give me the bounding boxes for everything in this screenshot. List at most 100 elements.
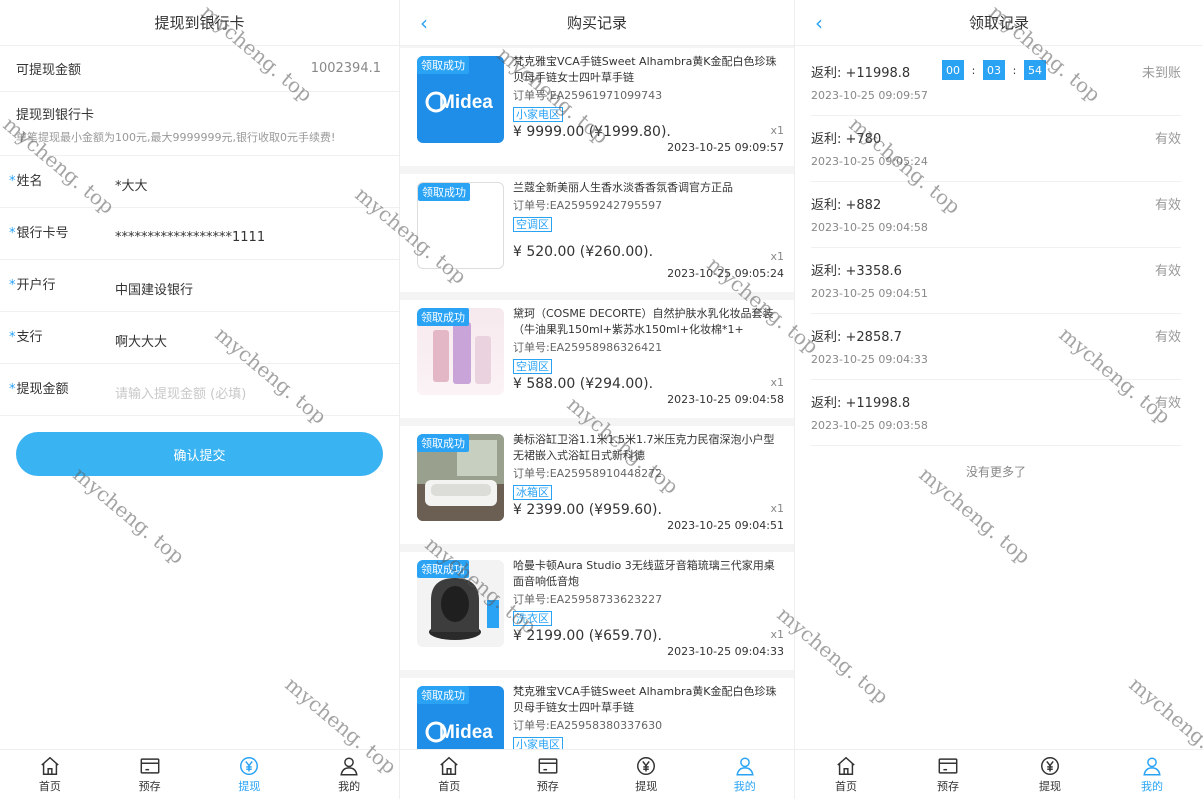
tab-mine-label: 我的 — [733, 780, 756, 793]
order-number: 订单号:EA25958733623227 — [513, 593, 663, 606]
countdown-seconds: 54 — [1024, 60, 1046, 80]
bank-name-value[interactable]: 中国建设银行 — [115, 274, 193, 298]
countdown-minutes: 03 — [983, 60, 1005, 80]
rebate-time: 2023-10-25 09:04:33 — [811, 353, 928, 366]
tab-home[interactable]: 首页 — [400, 750, 499, 799]
branch-value[interactable]: 啊大大大 — [115, 326, 167, 350]
category-tag: 洗衣区 — [513, 611, 552, 626]
rebate-time: 2023-10-25 09:05:24 — [811, 155, 928, 168]
name-field[interactable]: *姓名 *大大 — [0, 156, 399, 208]
status-badge: 领取成功 — [418, 183, 470, 201]
tab-withdraw[interactable]: 提现 — [200, 750, 300, 799]
status-badge: 领取成功 — [417, 56, 469, 74]
rebate-time: 2023-10-25 09:09:57 — [811, 89, 928, 102]
status-badge: 领取成功 — [417, 434, 469, 452]
list-item: 返利: +2858.7 2023-10-25 09:04:33 有效 — [811, 314, 1181, 380]
order-number: 订单号:EA25958986326421 — [513, 341, 663, 354]
product-qty: x1 — [770, 124, 784, 137]
page-title: 领取记录 — [968, 14, 1029, 32]
product-name: 哈曼卡顿Aura Studio 3无线蓝牙音箱琉璃三代家用桌面音响低音炮 — [513, 559, 775, 588]
bank-name-label: 开户行 — [16, 278, 56, 293]
product-price: ¥ 9999.00 (¥1999.80). — [513, 124, 671, 140]
tab-home[interactable]: 首页 — [795, 750, 897, 799]
tab-withdraw-label: 提现 — [238, 780, 261, 793]
tab-mine[interactable]: 我的 — [1101, 750, 1203, 799]
purchase-card[interactable]: 领取成功 哈曼卡顿Aura Studio 3无线蓝牙音箱琉璃三代家用桌面音响低音… — [400, 552, 794, 670]
status-badge: 领取成功 — [417, 686, 469, 704]
product-qty: x1 — [770, 376, 784, 389]
product-name: 梵克雅宝VCA手链Sweet Alhambra黄K金配白色珍珠贝母手链女士四叶草… — [513, 55, 777, 84]
purchase-card[interactable]: 领取成功 Midea 梵克雅宝VCA手链Sweet Alhambra黄K金配白色… — [400, 48, 794, 166]
tab-mine[interactable]: 我的 — [299, 750, 399, 799]
wallet-icon — [938, 758, 958, 774]
product-price: ¥ 2399.00 (¥959.60). — [513, 502, 662, 518]
category-tag: 空调区 — [513, 217, 552, 232]
tab-home-label: 首页 — [835, 780, 857, 793]
available-amount-value: 1002394.1 — [310, 61, 381, 76]
tab-withdraw-label: 提现 — [635, 780, 658, 793]
withdraw-screen: 提现到银行卡 可提现金额 1002394.1 提现到银行卡 单笔提现最小金额为1… — [0, 0, 400, 799]
tab-deposit-label: 预存 — [937, 780, 959, 793]
svg-text:Midea: Midea — [439, 722, 493, 743]
product-qty: x1 — [770, 250, 784, 263]
product-thumbnail: 领取成功 — [417, 308, 504, 395]
category-tag: 冰箱区 — [513, 485, 552, 500]
back-chevron-icon[interactable]: ‹ — [420, 11, 428, 35]
page-title: 购买记录 — [566, 14, 627, 32]
amount-field[interactable]: *提现金额 请输入提现金额 (必填) — [0, 364, 399, 416]
product-name: 黛珂（COSME DECORTE）自然护肤水乳化妆品套装（牛油果乳150ml+紫… — [513, 307, 774, 336]
order-number: 订单号:EA25961971099743 — [513, 89, 663, 102]
tab-deposit[interactable]: 预存 — [897, 750, 999, 799]
tab-withdraw[interactable]: 提现 — [999, 750, 1101, 799]
user-icon — [340, 757, 358, 776]
purchase-card[interactable]: 领取成功 兰蔻全新美丽人生香水淡香香氛香调官方正品 订单号:EA25959242… — [400, 174, 794, 292]
tab-deposit[interactable]: 预存 — [100, 750, 200, 799]
product-qty: x1 — [770, 628, 784, 641]
yuan-coin-icon — [1041, 757, 1059, 775]
order-time: 2023-10-25 09:04:58 — [667, 393, 784, 406]
product-price: ¥ 2199.00 (¥659.70). — [513, 628, 662, 644]
rebate-amount: 返利: +882 — [811, 198, 882, 213]
status-badge: 有效 — [1154, 396, 1181, 411]
list-item: 返利: +11998.8 2023-10-25 09:09:57 00 : 03… — [811, 50, 1181, 116]
tab-mine[interactable]: 我的 — [696, 750, 795, 799]
category-tag: 小家电区 — [513, 107, 563, 122]
branch-field[interactable]: *支行 啊大大大 — [0, 312, 399, 364]
order-number: 订单号:EA25958380337630 — [513, 719, 663, 732]
amount-input[interactable]: 请输入提现金额 (必填) — [115, 378, 246, 402]
withdraw-header: 提现到银行卡 — [0, 0, 399, 46]
submit-button[interactable]: 确认提交 — [16, 432, 383, 476]
claim-list: 返利: +11998.8 2023-10-25 09:09:57 00 : 03… — [795, 46, 1203, 480]
purchase-card[interactable]: 领取成功 美标浴缸卫浴1.1米1.5米1.7米压克力民宿深泡小户型无裙嵌入式浴缸… — [400, 426, 794, 544]
tab-home[interactable]: 首页 — [0, 750, 100, 799]
list-item: 返利: +780 2023-10-25 09:05:24 有效 — [811, 116, 1181, 182]
yuan-coin-icon — [240, 757, 259, 775]
yuan-coin-icon — [637, 757, 656, 775]
bank-section-note: 单笔提现最小金额为100元,最大9999999元,银行收取0元手续费! — [16, 131, 336, 144]
rebate-amount: 返利: +11998.8 — [811, 396, 911, 411]
rebate-amount: 返利: +780 — [811, 132, 882, 147]
tab-withdraw[interactable]: 提现 — [597, 750, 696, 799]
card-number-value[interactable]: ******************1111 — [115, 222, 265, 245]
tab-home-label: 首页 — [438, 780, 461, 793]
branch-label: 支行 — [16, 330, 43, 345]
list-item: 返利: +882 2023-10-25 09:04:58 有效 — [811, 182, 1181, 248]
product-thumbnail: 领取成功 — [417, 182, 504, 269]
available-amount-label: 可提现金额 — [16, 63, 82, 78]
amount-label: 提现金额 — [16, 382, 69, 397]
product-thumbnail: 领取成功 Midea — [417, 56, 504, 143]
page-title: 提现到银行卡 — [154, 14, 245, 32]
countdown-hours: 00 — [942, 60, 964, 80]
product-qty: x1 — [770, 502, 784, 515]
name-value[interactable]: *大大 — [115, 170, 148, 194]
back-chevron-icon[interactable]: ‹ — [815, 11, 823, 35]
tab-deposit[interactable]: 预存 — [499, 750, 598, 799]
tab-bar: 首页 预存 提现 我的 — [795, 749, 1203, 799]
product-name: 梵克雅宝VCA手链Sweet Alhambra黄K金配白色珍珠贝母手链女士四叶草… — [513, 685, 777, 714]
home-icon — [41, 756, 59, 775]
order-number: 订单号:EA25959242795597 — [513, 199, 663, 212]
bank-name-field[interactable]: *开户行 中国建设银行 — [0, 260, 399, 312]
purchase-card[interactable]: 领取成功 黛珂（COSME DECORTE）自然护肤水乳化妆品套装（牛油果乳15… — [400, 300, 794, 418]
card-number-field[interactable]: *银行卡号 ******************1111 — [0, 208, 399, 260]
tab-bar: 首页 预存 提现 我的 — [0, 749, 399, 799]
